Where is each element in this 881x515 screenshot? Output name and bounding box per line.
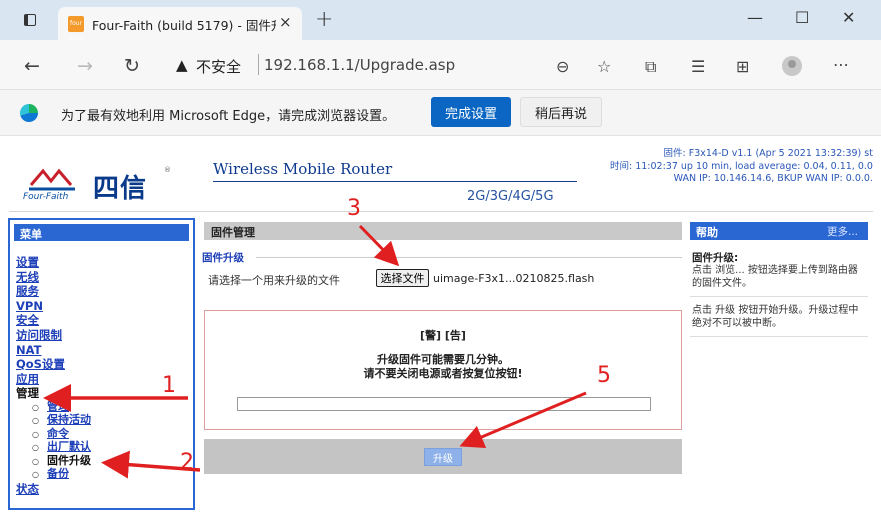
profile-avatar[interactable]: [782, 56, 802, 76]
help-divider: [690, 296, 868, 297]
menu-item-services[interactable]: 服务: [16, 284, 193, 299]
menu-link[interactable]: 服务: [16, 284, 39, 298]
menu-link[interactable]: 应用: [16, 372, 39, 386]
browser-nav-bar: ← → ↻ ▲ 不安全 192.168.1.1/Upgrade.asp ⊖ ☆ …: [0, 40, 881, 90]
submenu-link[interactable]: 命令: [47, 427, 69, 440]
upgrade-progress-bar: [237, 397, 651, 411]
warning-icon[interactable]: ▲: [176, 56, 188, 74]
submenu-link[interactable]: 备份: [47, 467, 69, 481]
menu-link[interactable]: 访问限制: [16, 328, 62, 342]
browser-tab-bar: four faith Four-Faith (build 5179) - 固件升…: [0, 0, 881, 43]
address-input[interactable]: 192.168.1.1/Upgrade.asp: [264, 56, 455, 74]
menu-link[interactable]: 无线: [16, 270, 39, 284]
extensions-icon[interactable]: ⧉: [645, 57, 656, 77]
annotation-number-2: 2: [180, 450, 194, 475]
annotation-number-3: 3: [347, 196, 361, 221]
close-tab-icon[interactable]: ×: [279, 13, 292, 31]
submenu-item-factory-defaults[interactable]: 出厂默认: [32, 441, 193, 455]
window-close-button[interactable]: ✕: [842, 8, 855, 27]
menu-item-qos[interactable]: QoS设置: [16, 357, 193, 372]
menu-item-setup[interactable]: 设置: [16, 255, 193, 270]
help-paragraph-2: 点击 升级 按钮开始升级。升级过程中绝对不可以被中断。: [692, 305, 859, 329]
maximize-button[interactable]: ☐: [795, 8, 809, 27]
wan-info: WAN IP: 10.146.14.6, BKUP WAN IP: 0.0.0.…: [673, 173, 879, 184]
registered-mark-icon: ®: [164, 166, 171, 174]
fieldset-legend: 固件升级: [202, 250, 248, 265]
menu-link[interactable]: 安全: [16, 313, 39, 327]
section-title: 固件管理: [204, 222, 682, 240]
upgrade-button[interactable]: 升级: [424, 448, 462, 466]
help-heading: 帮助 更多...: [690, 222, 868, 240]
menu-item-access-restrictions[interactable]: 访问限制: [16, 328, 193, 343]
annotation-number-5: 5: [597, 363, 611, 388]
menu-link[interactable]: 设置: [16, 255, 39, 269]
info-message: 为了最有效地利用 Microsoft Edge，请完成浏览器设置。: [61, 109, 396, 124]
router-header: Four-Faith 四信 ® Wireless Mobile Router 2…: [9, 144, 879, 212]
submenu-link[interactable]: 保持活动: [47, 413, 91, 427]
later-button[interactable]: 稍后再说: [520, 97, 602, 127]
complete-setup-button[interactable]: 完成设置: [431, 97, 511, 127]
help-paragraph-1: 点击 浏览... 按钮选择要上传到路由器的固件文件。: [692, 265, 858, 289]
address-separator: [258, 54, 259, 75]
zoom-icon[interactable]: ⊖: [556, 57, 569, 76]
tab-actions-icon[interactable]: [24, 14, 36, 26]
refresh-icon[interactable]: ↻: [124, 55, 140, 77]
menu-current-label: 管理: [16, 386, 39, 401]
annotation-number-1: 1: [162, 373, 176, 398]
browser-tab[interactable]: four faith Four-Faith (build 5179) - 固件升…: [58, 7, 302, 43]
help-more-link[interactable]: 更多...: [827, 224, 858, 239]
edge-info-bar: 为了最有效地利用 Microsoft Edge，请完成浏览器设置。 完成设置 稍…: [0, 90, 881, 136]
help-divider: [690, 336, 868, 337]
selected-file-name: uimage-F3x1...0210825.flash: [433, 272, 595, 285]
submenu-item-keepalive[interactable]: 保持活动: [32, 414, 193, 428]
router-page: Four-Faith 四信 ® Wireless Mobile Router 2…: [0, 136, 881, 515]
submenu-item-backup[interactable]: 备份: [32, 468, 193, 482]
more-menu-icon[interactable]: ⋯: [833, 55, 849, 74]
submenu-link[interactable]: 出厂默认: [47, 440, 91, 454]
side-menu: 菜单 设置 无线 服务 VPN 安全 访问限制 NAT QoS设置 应用 管理 …: [8, 218, 195, 510]
router-subtitle: 2G/3G/4G/5G: [467, 189, 554, 204]
submenu-link[interactable]: 管理: [47, 400, 69, 413]
help-heading-label: 帮助: [696, 226, 718, 239]
choose-file-button[interactable]: 选择文件: [376, 269, 429, 287]
brand-cn: 四信: [93, 174, 148, 204]
uptime-info: 时间: 11:02:37 up 10 min, load average: 0.…: [609, 160, 879, 172]
title-underline: [213, 181, 577, 182]
menu-item-vpn[interactable]: VPN: [16, 299, 193, 314]
insecure-label[interactable]: 不安全: [196, 56, 241, 77]
menu-item-security[interactable]: 安全: [16, 313, 193, 328]
firmware-info: 固件: F3x14-D v1.1 (Apr 5 2021 13:32:39) s…: [663, 148, 879, 159]
favicon-icon: four faith: [68, 16, 84, 43]
edge-logo-icon: [20, 104, 38, 122]
warning-title: [警] [告]: [420, 329, 466, 342]
menu-item-administration[interactable]: 管理 管理 保持活动 命令 出厂默认 固件升级 备份: [16, 386, 193, 482]
tab-title: Four-Faith (build 5179) - 固件升级: [92, 18, 276, 33]
help-subtitle: 固件升级:: [692, 252, 739, 264]
menu-link[interactable]: 状态: [16, 482, 39, 496]
menu-link[interactable]: VPN: [16, 299, 43, 313]
minimize-button[interactable]: —: [747, 8, 763, 27]
forward-icon[interactable]: →: [77, 55, 93, 77]
menu-item-wireless[interactable]: 无线: [16, 270, 193, 285]
menu-link[interactable]: QoS设置: [16, 357, 65, 371]
menu-heading: 菜单: [14, 224, 189, 241]
favorite-add-icon[interactable]: ☆: [597, 57, 611, 76]
favorites-icon[interactable]: ☰: [691, 57, 705, 76]
menu-item-nat[interactable]: NAT: [16, 343, 193, 358]
brand-en: Four-Faith: [23, 192, 69, 202]
submenu-current-label: 固件升级: [46, 453, 91, 467]
system-info: 固件: F3x14-D v1.1 (Apr 5 2021 13:32:39) s…: [610, 148, 879, 186]
action-bar: 升级: [204, 439, 682, 474]
new-tab-icon[interactable]: +: [315, 7, 333, 32]
menu-link[interactable]: NAT: [16, 343, 41, 357]
router-title: Wireless Mobile Router: [213, 160, 393, 178]
page-edge: [873, 136, 881, 515]
menu-item-status[interactable]: 状态: [16, 482, 193, 497]
file-select-label: 请选择一个用来升级的文件: [208, 274, 340, 287]
help-panel: 帮助 更多... 固件升级: 点击 浏览... 按钮选择要上传到路由器的固件文件…: [690, 222, 868, 510]
back-icon[interactable]: ←: [24, 55, 40, 77]
collections-icon[interactable]: ⊞: [736, 57, 749, 76]
fieldset-line: [256, 257, 682, 258]
